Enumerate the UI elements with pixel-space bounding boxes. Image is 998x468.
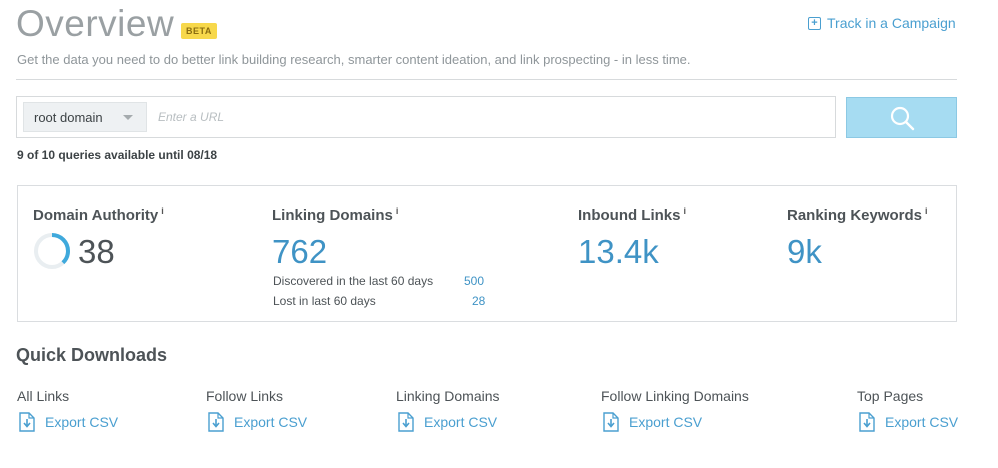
download-label-follow-linking-domains: Follow Linking Domains — [601, 388, 749, 404]
export-csv-label: Export CSV — [885, 414, 959, 430]
download-file-icon — [398, 412, 414, 432]
search-icon — [890, 106, 914, 130]
inbound-links-label: Inbound Links i — [578, 206, 687, 224]
export-csv-follow-links[interactable]: Export CSV — [206, 411, 307, 433]
info-icon[interactable]: i — [161, 206, 164, 216]
inbound-links-value: 13.4k — [578, 233, 659, 270]
ranking-keywords-label: Ranking Keywords i — [787, 206, 928, 224]
download-label-follow-links: Follow Links — [206, 388, 284, 404]
export-csv-all-links[interactable]: Export CSV — [17, 411, 118, 433]
export-csv-follow-linking-domains[interactable]: Export CSV — [601, 411, 702, 433]
url-input[interactable] — [152, 104, 834, 130]
download-label-top-pages: Top Pages — [857, 388, 924, 404]
download-file-icon — [859, 412, 875, 432]
download-file-icon — [603, 412, 619, 432]
linking-domains-value: 762 — [272, 233, 328, 270]
plus-square-icon: + — [808, 16, 821, 30]
track-link-label: Track in a Campaign — [827, 15, 956, 31]
lost-value: 28 — [472, 294, 486, 308]
download-label-linking-domains: Linking Domains — [396, 388, 500, 404]
info-icon[interactable]: i — [396, 206, 399, 216]
ranking-keywords-value: 9k — [787, 233, 822, 270]
page-subtitle: Get the data you need to do better link … — [17, 52, 691, 67]
quick-downloads-title: Quick Downloads — [16, 345, 168, 365]
export-csv-label: Export CSV — [424, 414, 498, 430]
lost-label: Lost in last 60 days — [273, 294, 376, 308]
discovered-value: 500 — [464, 274, 485, 288]
chevron-down-icon — [123, 115, 133, 120]
export-csv-top-pages[interactable]: Export CSV — [857, 411, 958, 433]
export-csv-label: Export CSV — [45, 414, 119, 430]
info-icon[interactable]: i — [684, 206, 687, 216]
page-title: Overview — [16, 3, 175, 44]
track-in-campaign-link[interactable]: + Track in a Campaign — [808, 14, 956, 32]
domain-authority-value: 38 — [78, 233, 115, 270]
header-divider — [16, 79, 957, 80]
download-file-icon — [208, 412, 224, 432]
export-csv-label: Export CSV — [234, 414, 308, 430]
scope-select[interactable]: root domain — [23, 102, 147, 132]
domain-authority-label: Domain Authority i — [33, 206, 164, 224]
download-file-icon — [19, 412, 35, 432]
scope-select-value: root domain — [34, 109, 103, 125]
search-button[interactable] — [846, 97, 957, 138]
export-csv-linking-domains[interactable]: Export CSV — [396, 411, 497, 433]
domain-authority-gauge — [34, 233, 70, 269]
download-label-all-links: All Links — [17, 388, 70, 404]
export-csv-label: Export CSV — [629, 414, 703, 430]
linking-domains-label: Linking Domains i — [272, 206, 399, 224]
info-icon[interactable]: i — [925, 206, 928, 216]
queries-remaining: 9 of 10 queries available until 08/18 — [17, 148, 218, 162]
beta-badge: BETA — [181, 23, 217, 39]
discovered-label: Discovered in the last 60 days — [273, 274, 434, 288]
